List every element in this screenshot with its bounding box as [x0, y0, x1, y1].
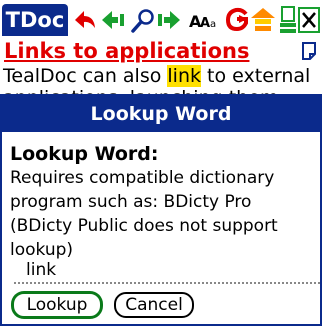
lookup-button[interactable]: Lookup: [12, 292, 102, 318]
back-arrow-icon[interactable]: [72, 6, 98, 34]
prev-arrow-icon[interactable]: [100, 6, 126, 34]
document-text: to external: [201, 65, 311, 87]
svg-text:A: A: [200, 16, 210, 31]
document-line-1: TealDoc can also link to external: [3, 64, 310, 88]
dialog-heading: Lookup Word:: [10, 143, 159, 165]
dialog-description: Requires compatible dictionary program s…: [10, 168, 278, 260]
home-icon[interactable]: [250, 6, 276, 34]
goto-icon[interactable]: [224, 6, 250, 34]
close-icon[interactable]: [298, 6, 320, 34]
svg-text:a: a: [210, 19, 216, 30]
document-text: TealDoc can also: [3, 65, 168, 87]
palm-screen: TDoc A A a Links to applications TealDoc…: [0, 0, 322, 326]
font-icon[interactable]: A A a: [188, 6, 220, 34]
app-title-badge[interactable]: TDoc: [2, 4, 68, 36]
highlighted-word[interactable]: link: [167, 65, 201, 87]
toolbar: TDoc A A a: [0, 0, 322, 40]
bookmark-icon[interactable]: [301, 42, 317, 64]
dialog-title: Lookup Word: [2, 96, 320, 132]
lookup-word-field[interactable]: [14, 258, 322, 284]
scroll-icon[interactable]: [278, 6, 298, 34]
find-icon[interactable]: [130, 6, 156, 34]
next-arrow-icon[interactable]: [156, 6, 182, 34]
document-heading-link[interactable]: Links to applications: [4, 38, 274, 64]
document-view: Links to applications TealDoc can also l…: [0, 38, 322, 109]
lookup-word-dialog: Lookup Word Lookup Word: Requires compat…: [0, 94, 322, 326]
cancel-button[interactable]: Cancel: [114, 292, 194, 318]
